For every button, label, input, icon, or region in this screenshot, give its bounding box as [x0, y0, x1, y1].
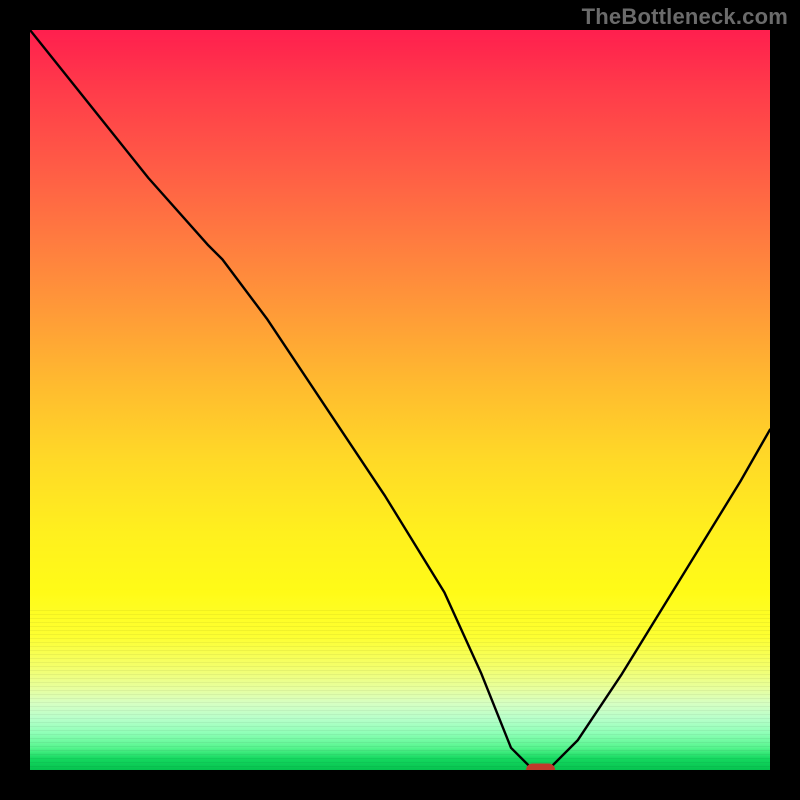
chart-frame: TheBottleneck.com — [0, 0, 800, 800]
curve-path — [30, 30, 770, 770]
plot-area — [30, 30, 770, 770]
bottleneck-curve — [30, 30, 770, 770]
watermark-text: TheBottleneck.com — [582, 4, 788, 30]
optimum-marker — [527, 764, 555, 770]
